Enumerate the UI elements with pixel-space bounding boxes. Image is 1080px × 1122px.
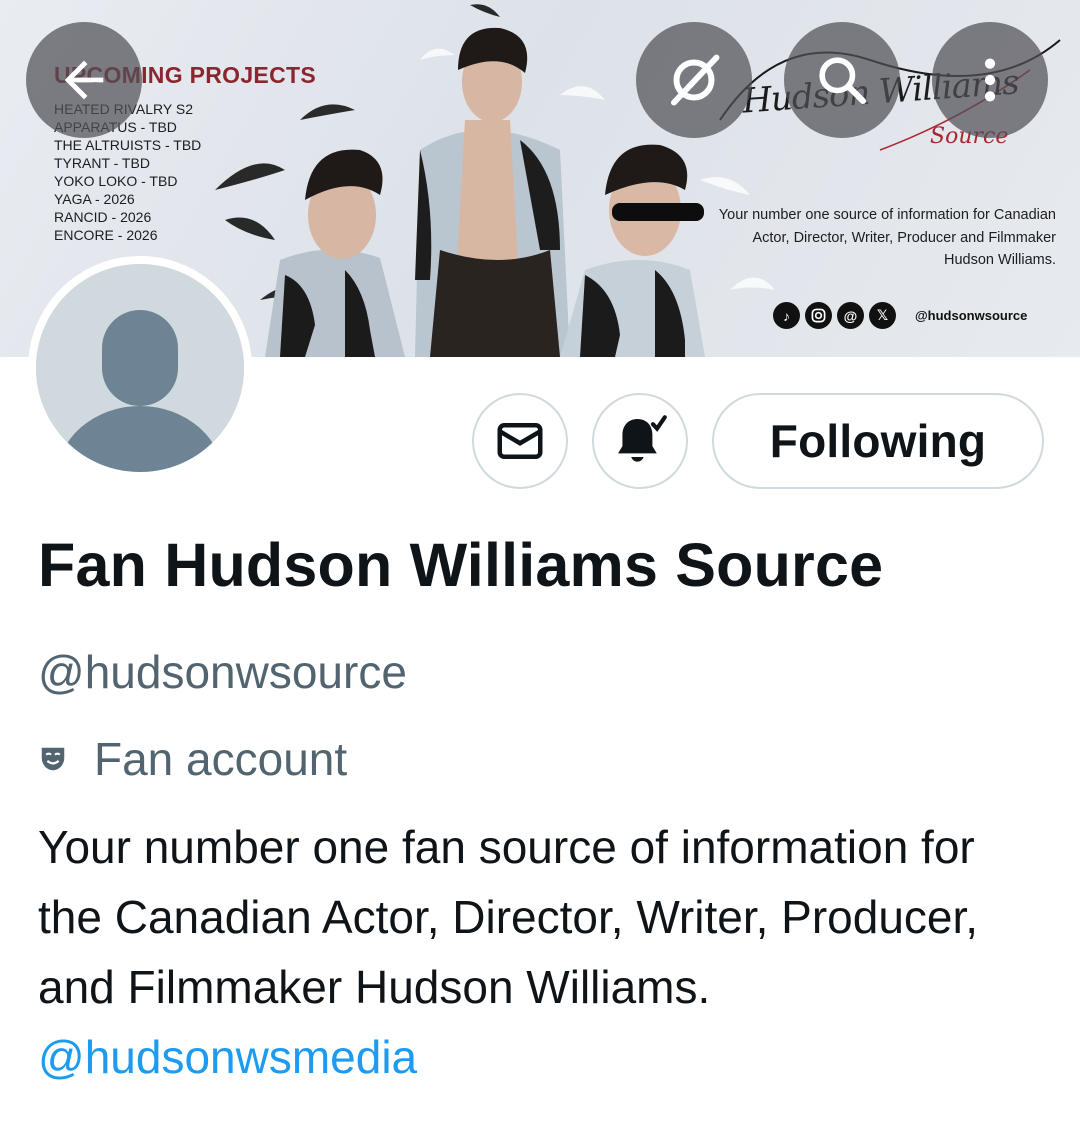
search-button[interactable] (784, 22, 900, 138)
account-label: Fan account (94, 733, 348, 785)
banner-tagline: Your number one source of information fo… (718, 207, 1056, 268)
more-vertical-icon (984, 58, 996, 102)
project-item: ENCORE - 2026 (54, 227, 158, 243)
avatar[interactable] (28, 256, 252, 480)
fan-account-mask-icon (38, 744, 68, 774)
grok-button[interactable] (636, 22, 752, 138)
bell-check-icon (618, 415, 667, 462)
banner-social-row: ♪ @ 𝕏 @hudsonwsource (773, 302, 1027, 329)
notifications-button[interactable] (592, 393, 688, 489)
project-item: RANCID - 2026 (54, 209, 152, 225)
figure-center (415, 27, 570, 357)
instagram-icon (805, 302, 832, 329)
project-item: THE ALTRUISTS - TBD (54, 137, 202, 153)
grok-icon (671, 54, 720, 106)
project-item: TYRANT - TBD (54, 155, 150, 171)
search-icon (819, 57, 867, 105)
profile-handle: @hudsonwsource (38, 646, 407, 698)
project-item: YOKO LOKO - TBD (54, 173, 178, 189)
banner-social-handle: @hudsonwsource (915, 308, 1028, 323)
project-item: YAGA - 2026 (54, 191, 135, 207)
x-icon: 𝕏 (869, 302, 896, 329)
figure-left (265, 149, 405, 357)
back-button[interactable] (26, 22, 142, 138)
bio-mention-link[interactable]: @hudsonwsmedia (38, 1031, 417, 1083)
account-label-row: Fan account (38, 732, 347, 786)
more-options-button[interactable] (932, 22, 1048, 138)
back-arrow-icon (64, 60, 104, 100)
envelope-icon (497, 423, 543, 459)
bio-text: Your number one fan source of informatio… (38, 821, 979, 1013)
following-button[interactable]: Following (712, 393, 1044, 489)
default-avatar-icon (36, 264, 244, 472)
message-button[interactable] (472, 393, 568, 489)
tiktok-icon: ♪ (773, 302, 800, 329)
display-name: Fan Hudson Williams Source (38, 531, 884, 599)
profile-bio: Your number one fan source of informatio… (38, 812, 1048, 1092)
threads-icon: @ (837, 302, 864, 329)
figure-right (560, 144, 705, 357)
